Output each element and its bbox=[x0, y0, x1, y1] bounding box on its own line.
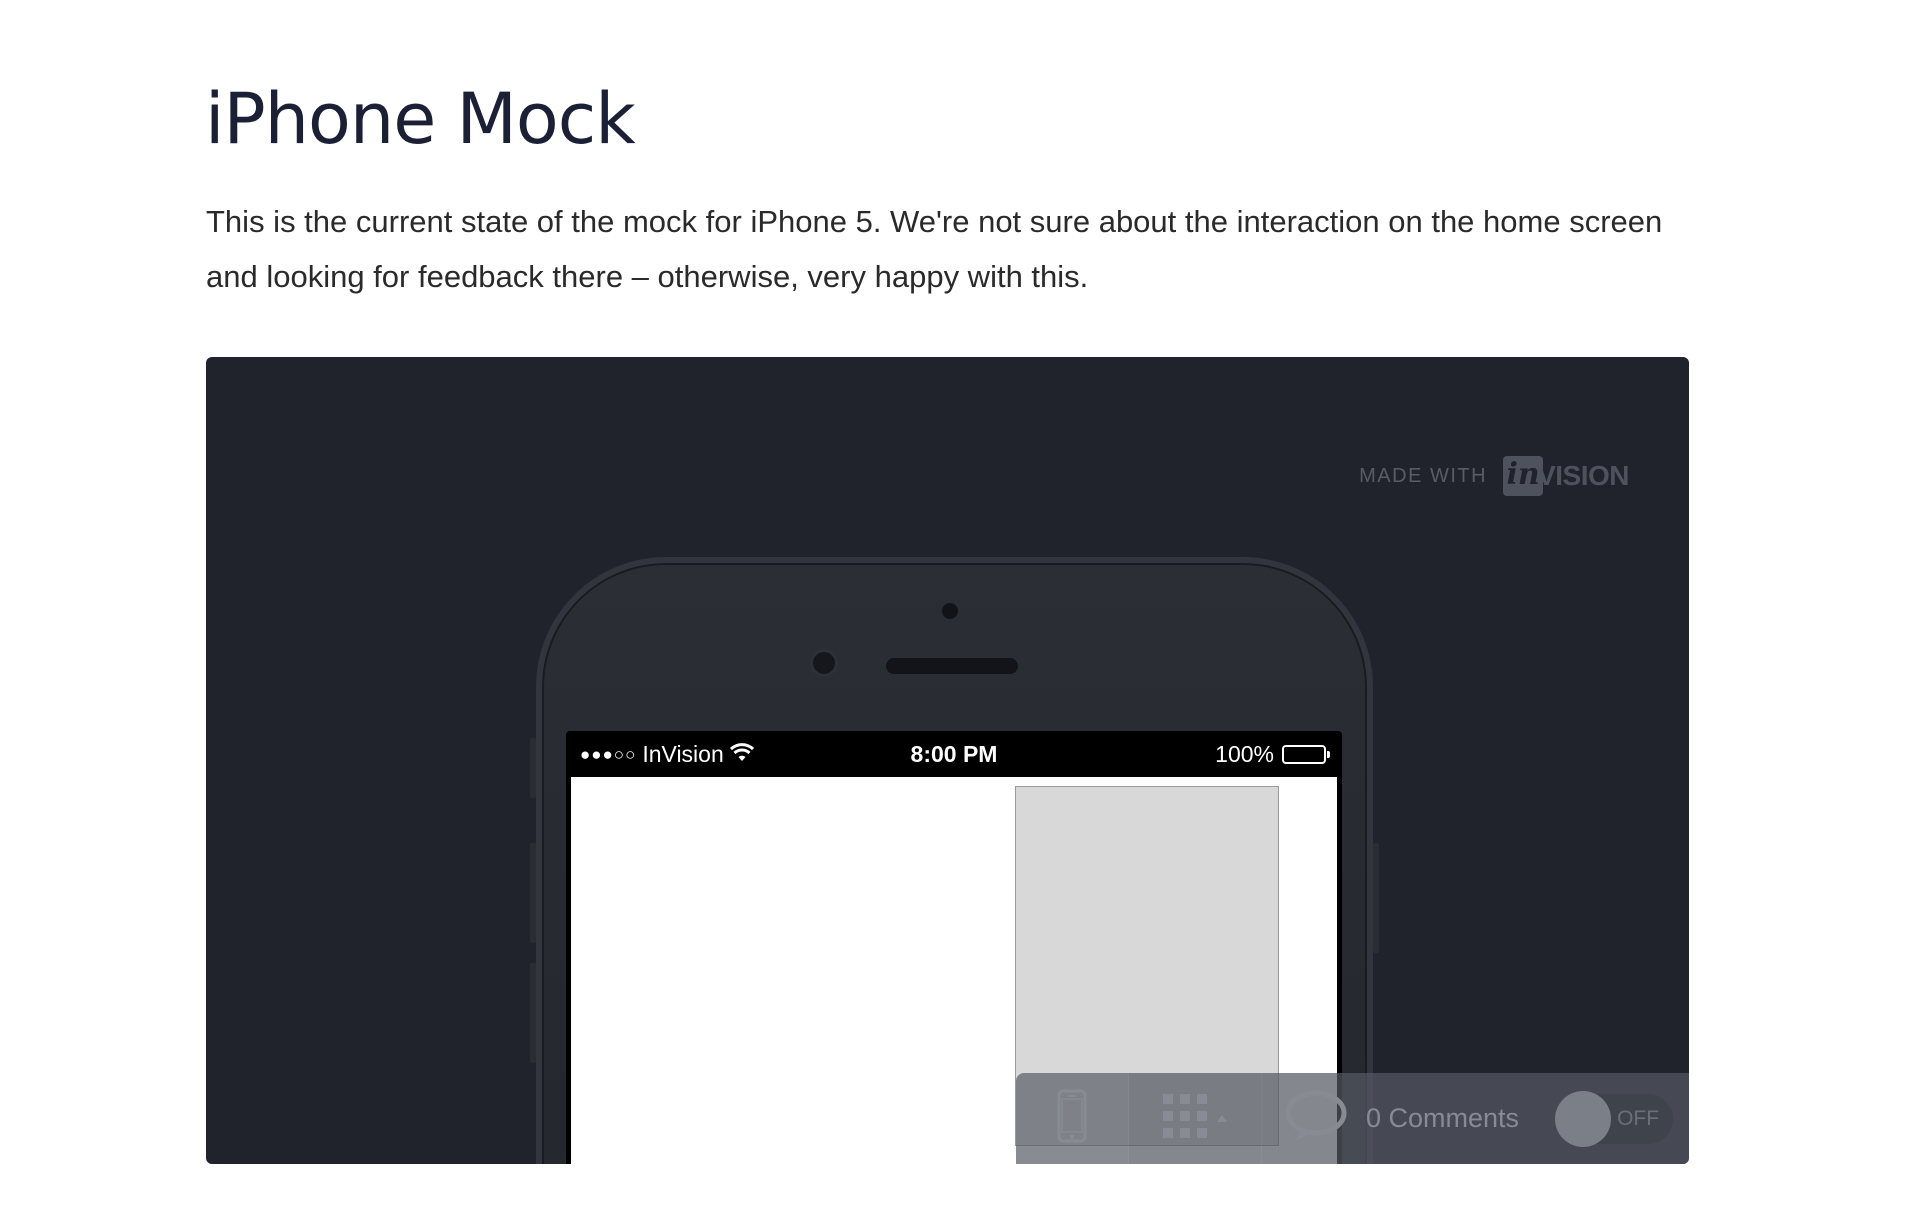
phone-icon bbox=[1057, 1089, 1087, 1148]
toggle-knob bbox=[1555, 1090, 1612, 1147]
toggle-state-label: OFF bbox=[1617, 1106, 1660, 1130]
invision-logo-word: VISION bbox=[1537, 460, 1629, 491]
comments-count-label: 0 Comments bbox=[1366, 1103, 1520, 1133]
battery-percentage: 100% bbox=[1215, 741, 1274, 767]
badge-text: MADE WITH bbox=[1359, 464, 1488, 487]
volume-up-button bbox=[530, 843, 536, 943]
grid-icon bbox=[1163, 1094, 1207, 1143]
comment-mode-toggle[interactable]: OFF bbox=[1555, 1090, 1674, 1147]
mute-switch bbox=[530, 738, 536, 798]
prototype-toolbar: 0 Comments OFF bbox=[1016, 1073, 1689, 1164]
invision-logo: in VISION bbox=[1503, 456, 1629, 496]
prototype-embed[interactable]: MADE WITH in VISION ●●●○○ InVision 8:00 … bbox=[206, 357, 1689, 1164]
earpiece-speaker bbox=[886, 658, 1018, 674]
comments-button[interactable]: 0 Comments bbox=[1262, 1073, 1519, 1164]
status-bar: ●●●○○ InVision 8:00 PM 100% bbox=[566, 731, 1342, 777]
page-title: iPhone Mock bbox=[205, 78, 636, 160]
screens-menu-button[interactable] bbox=[1129, 1073, 1262, 1164]
caret-up-icon bbox=[1217, 1115, 1227, 1122]
front-camera bbox=[942, 603, 958, 619]
made-with-invision-badge[interactable]: MADE WITH in VISION bbox=[1359, 456, 1629, 496]
volume-down-button bbox=[530, 963, 536, 1063]
speech-bubble-icon bbox=[1284, 1089, 1348, 1148]
proximity-sensor bbox=[810, 649, 838, 677]
page-description: This is the current state of the mock fo… bbox=[206, 204, 1663, 294]
battery-icon bbox=[1282, 745, 1330, 764]
device-preview-button[interactable] bbox=[1016, 1073, 1129, 1164]
power-button bbox=[1373, 843, 1379, 953]
